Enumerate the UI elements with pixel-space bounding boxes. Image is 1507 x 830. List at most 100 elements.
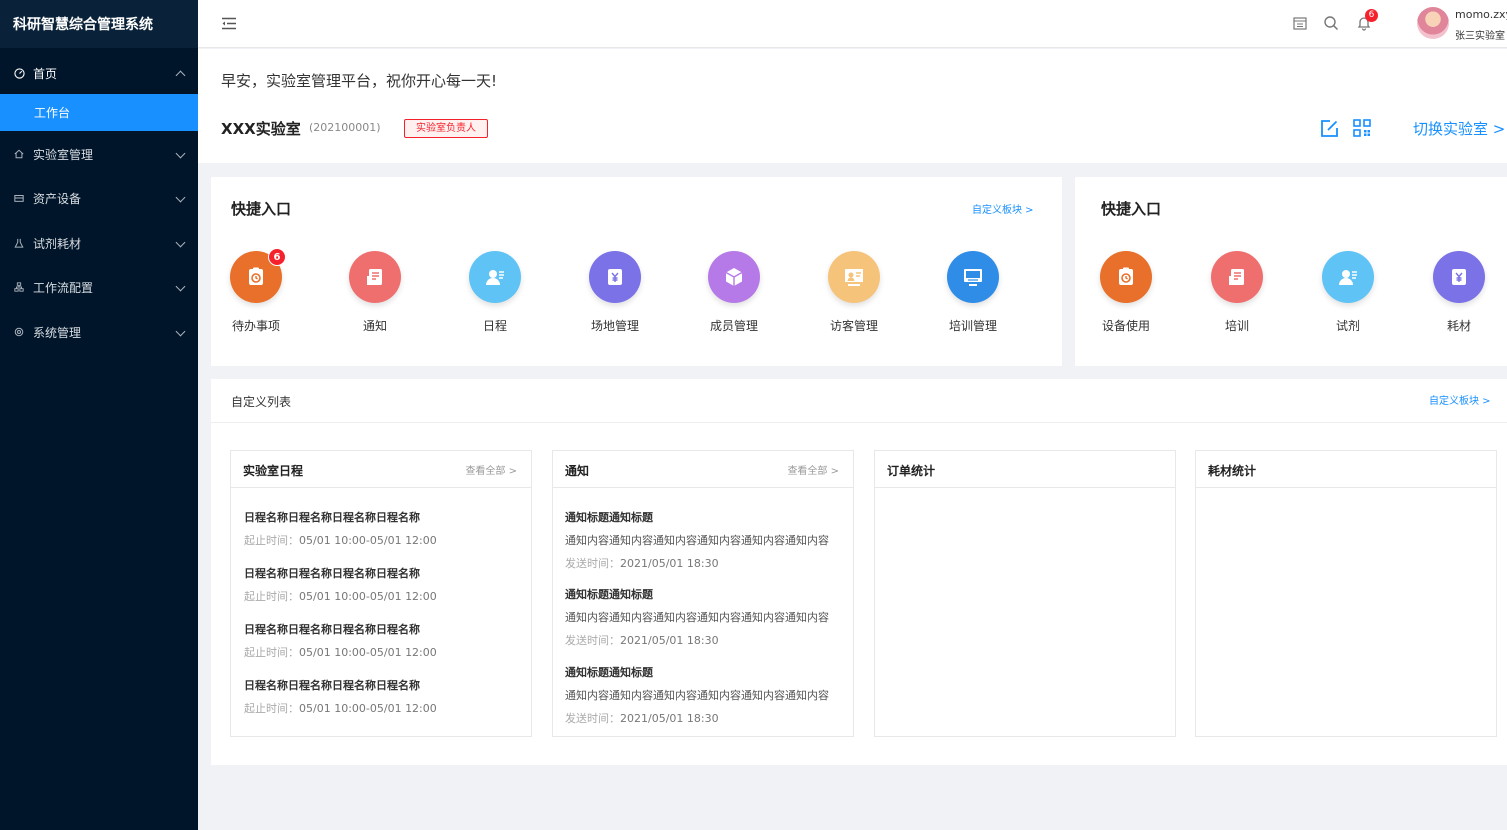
todo-badge: 6 xyxy=(268,248,286,266)
shortcut-venue[interactable]: 场地管理 xyxy=(575,251,655,334)
shortcut-label: 培训 xyxy=(1224,319,1249,333)
time-value: 05/01 10:00-05/01 12:00 xyxy=(299,702,437,715)
schedule-time: 起止时间：05/01 10:00-05/01 12:00 xyxy=(244,644,437,660)
flask-icon xyxy=(13,237,25,249)
switch-lab-link[interactable]: 切换实验室 > xyxy=(1413,118,1505,139)
qrcode-icon[interactable] xyxy=(1353,119,1371,137)
shortcut-label: 设备使用 xyxy=(1101,319,1150,333)
view-all-link[interactable]: 查看全部 > xyxy=(787,462,839,477)
sidebar-item-label: 系统管理 xyxy=(33,325,82,340)
schedule-name: 日程名称日程名称日程名称日程名称 xyxy=(244,567,420,580)
quick-entry-card: 快捷入口 自定义板块 > 6 待办事项 通知 日程 场地管理 成员管理 访客管理… xyxy=(211,177,1062,366)
schedule-time: 起止时间：05/01 10:00-05/01 12:00 xyxy=(244,588,437,604)
shortcut-todo[interactable]: 6 待办事项 xyxy=(216,248,296,334)
list-item[interactable]: 日程名称日程名称日程名称日程名称 起止时间：05/01 10:00-05/01 … xyxy=(244,621,437,660)
custom-list-panel: 自定义列表 自定义板块 > 实验室日程 查看全部 > 日程名称日程名称日程名称日… xyxy=(211,379,1507,765)
cube-icon xyxy=(708,251,760,303)
card-title: 实验室日程 xyxy=(243,464,304,478)
list-item[interactable]: 日程名称日程名称日程名称日程名称 起止时间：05/01 10:00-05/01 … xyxy=(244,565,437,604)
schedule-time: 起止时间：05/01 10:00-05/01 12:00 xyxy=(244,532,437,548)
shortcut-training-side[interactable]: 培训 xyxy=(1197,251,1277,334)
custom-list-header: 自定义列表 自定义板块 > xyxy=(211,379,1507,423)
shortcut-label: 访客管理 xyxy=(829,319,878,333)
time-label: 起止时间： xyxy=(244,590,299,603)
lab-name: XXX实验室 xyxy=(221,120,301,138)
list-item[interactable]: 日程名称日程名称日程名称日程名称 起止时间：05/01 10:00-05/01 … xyxy=(244,509,437,548)
chevron-up-icon xyxy=(175,70,186,81)
notice-content: 通知内容通知内容通知内容通知内容通知内容通知内容 xyxy=(565,611,829,624)
shortcut-label: 通知 xyxy=(362,319,387,333)
shortcut-training[interactable]: 培训管理 xyxy=(933,251,1013,334)
customize-link[interactable]: 自定义板块 > xyxy=(972,201,1034,216)
lab-header: 早安，实验室管理平台，祝你开心每一天! XXX实验室 (202100001) 实… xyxy=(198,49,1507,163)
time-value: 05/01 10:00-05/01 12:00 xyxy=(299,590,437,603)
user-lab: 张三实验室 xyxy=(1455,31,1505,42)
time-label: 起止时间： xyxy=(244,534,299,547)
time-value: 2021/05/01 18:30 xyxy=(620,557,719,570)
chevron-down-icon xyxy=(175,148,186,159)
sidebar-item-assets[interactable]: 资产设备 xyxy=(0,179,198,217)
list-item[interactable]: 通知标题通知标题 通知内容通知内容通知内容通知内容通知内容通知内容 发送时间：2… xyxy=(565,509,829,571)
customize-link[interactable]: 自定义板块 > xyxy=(1429,392,1491,407)
chevron-down-icon xyxy=(175,281,186,292)
notice-title: 通知标题通知标题 xyxy=(565,588,653,601)
yen-box-icon xyxy=(1433,251,1485,303)
shortcut-members[interactable]: 成员管理 xyxy=(694,251,774,334)
shortcut-reagent[interactable]: 试剂 xyxy=(1308,251,1388,334)
chevron-down-icon xyxy=(175,326,186,337)
top-bar: 6 momo.zxy 张三实验室 xyxy=(198,0,1507,48)
card-title: 快捷入口 xyxy=(231,200,292,218)
notice-card: 通知 查看全部 > 通知标题通知标题 通知内容通知内容通知内容通知内容通知内容通… xyxy=(552,450,854,737)
clipboard-clock-icon: 6 xyxy=(230,248,286,303)
shortcut-equipment-use[interactable]: 设备使用 xyxy=(1086,251,1166,334)
list-item[interactable]: 通知标题通知标题 通知内容通知内容通知内容通知内容通知内容通知内容 发送时间：2… xyxy=(565,586,829,648)
shortcut-consumable[interactable]: 耗材 xyxy=(1419,251,1499,334)
calendar-icon[interactable] xyxy=(1292,15,1308,31)
card-header: 实验室日程 查看全部 > xyxy=(231,451,531,488)
search-icon[interactable] xyxy=(1323,15,1339,31)
order-stats-card: 订单统计 xyxy=(874,450,1176,737)
sidebar: 科研智慧综合管理系统 首页 工作台 实验室管理 资产设备 试剂耗材 工作流配置 xyxy=(0,0,198,830)
shortcut-label: 成员管理 xyxy=(709,319,758,333)
sidebar-item-home[interactable]: 首页 xyxy=(0,53,198,93)
sidebar-item-lab-management[interactable]: 实验室管理 xyxy=(0,135,198,173)
schedule-card: 实验室日程 查看全部 > 日程名称日程名称日程名称日程名称 起止时间：05/01… xyxy=(230,450,532,737)
chevron-down-icon xyxy=(175,237,186,248)
time-value: 05/01 10:00-05/01 12:00 xyxy=(299,646,437,659)
greeting-text: 早安，实验室管理平台，祝你开心每一天! xyxy=(221,72,498,90)
sidebar-item-workbench[interactable]: 工作台 xyxy=(0,94,198,131)
schedule-time: 起止时间：05/01 10:00-05/01 12:00 xyxy=(244,700,437,716)
lab-code: (202100001) xyxy=(309,121,381,134)
sidebar-item-reagents[interactable]: 试剂耗材 xyxy=(0,224,198,262)
role-tag: 实验室负责人 xyxy=(404,119,488,138)
notice-title: 通知标题通知标题 xyxy=(565,511,653,524)
card-header: 耗材统计 xyxy=(1196,451,1496,488)
shortcut-label: 耗材 xyxy=(1446,319,1471,333)
shortcut-notice[interactable]: 通知 xyxy=(335,251,415,334)
sidebar-item-workflow[interactable]: 工作流配置 xyxy=(0,268,198,306)
card-title: 快捷入口 xyxy=(1101,200,1162,218)
view-all-link[interactable]: 查看全部 > xyxy=(465,462,517,477)
card-title: 通知 xyxy=(565,464,590,478)
sidebar-item-label: 首页 xyxy=(33,66,58,81)
shortcut-label: 试剂 xyxy=(1335,319,1360,333)
schedule-name: 日程名称日程名称日程名称日程名称 xyxy=(244,623,420,636)
edit-icon[interactable] xyxy=(1320,119,1339,138)
notice-icon xyxy=(1211,251,1263,303)
sidebar-item-label: 工作流配置 xyxy=(33,280,94,295)
list-item[interactable]: 日程名称日程名称日程名称日程名称 起止时间：05/01 10:00-05/01 … xyxy=(244,677,437,716)
shortcut-label: 培训管理 xyxy=(948,319,997,333)
menu-fold-icon[interactable] xyxy=(221,17,237,30)
avatar[interactable] xyxy=(1417,7,1449,39)
list-item[interactable]: 通知标题通知标题 通知内容通知内容通知内容通知内容通知内容通知内容 发送时间：2… xyxy=(565,664,829,726)
user-name[interactable]: momo.zxy xyxy=(1455,8,1507,21)
card-title: 耗材统计 xyxy=(1208,464,1257,478)
card-header: 订单统计 xyxy=(875,451,1175,488)
time-value: 05/01 10:00-05/01 12:00 xyxy=(299,534,437,547)
shortcut-visitors[interactable]: 访客管理 xyxy=(814,251,894,334)
consumable-stats-card: 耗材统计 xyxy=(1195,450,1497,737)
user-card-icon xyxy=(1322,251,1374,303)
sidebar-item-system[interactable]: 系统管理 xyxy=(0,313,198,351)
notice-icon xyxy=(349,251,401,303)
shortcut-schedule[interactable]: 日程 xyxy=(455,251,535,334)
